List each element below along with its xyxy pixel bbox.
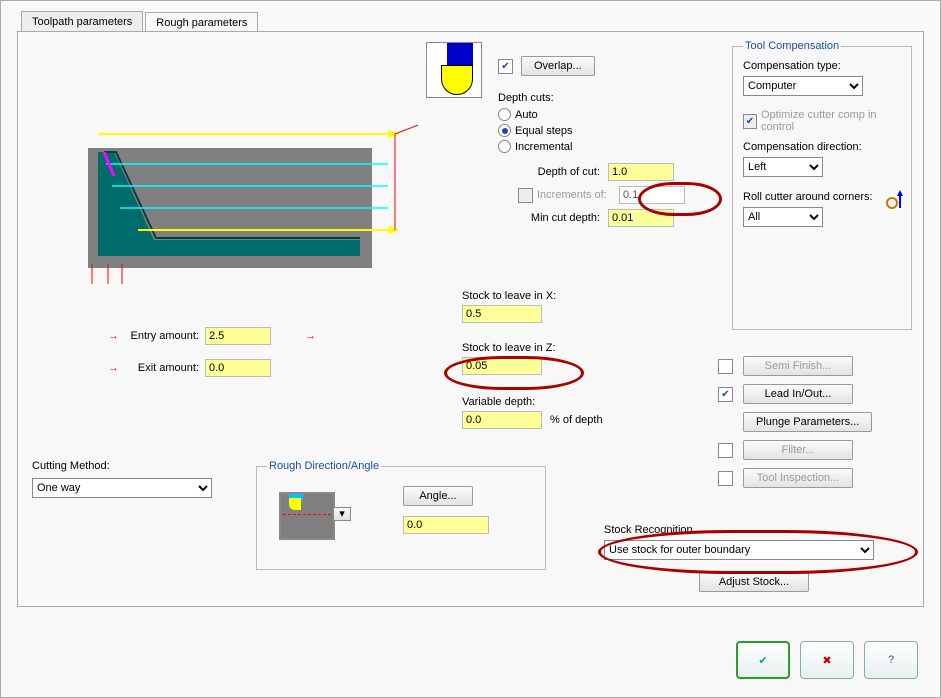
- exit-amount-input[interactable]: [205, 359, 271, 377]
- tool-inspection-checkbox[interactable]: [718, 471, 733, 486]
- help-button[interactable]: ?: [864, 641, 918, 679]
- rough-direction-title: Rough Direction/Angle: [267, 460, 381, 472]
- stock-leave-x-label: Stock to leave in X:: [462, 290, 556, 302]
- variable-depth-suffix: % of depth: [550, 414, 603, 426]
- exit-amount-label: Exit amount:: [121, 362, 205, 374]
- roll-cutter-select[interactable]: All: [743, 207, 823, 227]
- depth-of-cut-input[interactable]: [608, 163, 674, 181]
- depth-auto-label: Auto: [515, 109, 538, 121]
- right-options: Semi Finish... Lead In/Out... Plunge Par…: [718, 348, 872, 496]
- angle-button[interactable]: Angle...: [403, 486, 473, 506]
- plunge-parameters-button[interactable]: Plunge Parameters...: [743, 412, 872, 432]
- min-cut-depth-input[interactable]: [608, 209, 674, 227]
- stock-recognition-select[interactable]: Use stock for outer boundary: [604, 540, 874, 560]
- filter-button: Filter...: [743, 440, 853, 460]
- comp-type-select[interactable]: Computer: [743, 76, 863, 96]
- increments-of-input: [619, 186, 685, 204]
- entry-amount-input[interactable]: [205, 327, 271, 345]
- check-icon: ✔: [758, 654, 767, 667]
- stock-leave-z-label: Stock to leave in Z:: [462, 342, 556, 354]
- lead-in-out-button[interactable]: Lead In/Out...: [743, 384, 853, 404]
- depth-equal-label: Equal steps: [515, 125, 572, 137]
- depth-of-cut-label: Depth of cut:: [498, 166, 608, 178]
- rough-direction-thumbnail: [279, 492, 335, 540]
- tool-thumbnail: [426, 42, 482, 98]
- depth-equal-radio[interactable]: [498, 124, 511, 137]
- tool-compensation-group: Tool Compensation Compensation type: Com…: [732, 40, 912, 330]
- entry-amount-label: Entry amount:: [121, 330, 205, 342]
- semi-finish-checkbox[interactable]: [718, 359, 733, 374]
- stock-leave-z-input[interactable]: [462, 357, 542, 375]
- tab-rough-parameters[interactable]: Rough parameters: [145, 12, 258, 33]
- ok-button[interactable]: ✔: [736, 641, 790, 679]
- stock-recognition-label: Stock Recognition: [604, 524, 904, 536]
- depth-cuts-group: Depth cuts: Auto Equal steps Incremental…: [498, 92, 685, 232]
- depth-cuts-title: Depth cuts:: [498, 92, 685, 104]
- depth-auto-radio[interactable]: [498, 108, 511, 121]
- depth-incremental-radio[interactable]: [498, 140, 511, 153]
- dialog-button-bar: ✔ ✖ ?: [736, 641, 918, 679]
- variable-depth-input[interactable]: [462, 411, 542, 429]
- increments-of-label: Increments of:: [537, 189, 619, 201]
- stock-leave-x-input[interactable]: [462, 305, 542, 323]
- cutting-method-select[interactable]: One way: [32, 478, 212, 498]
- comp-type-label: Compensation type:: [743, 60, 901, 72]
- depth-incremental-label: Incremental: [515, 141, 572, 153]
- angle-input[interactable]: [403, 516, 489, 534]
- rough-tab-content: Overlap... Depth cuts: Auto Equal steps …: [17, 31, 924, 607]
- filter-checkbox[interactable]: [718, 443, 733, 458]
- optimize-cutter-checkbox: [743, 114, 757, 129]
- comp-direction-icon: [883, 190, 905, 212]
- rough-diagram: [58, 68, 418, 288]
- variable-depth-label: Variable depth:: [462, 396, 603, 408]
- tool-inspection-button: Tool Inspection...: [743, 468, 853, 488]
- overlap-checkbox[interactable]: [498, 59, 513, 74]
- cutting-method-label: Cutting Method:: [32, 460, 212, 472]
- increments-of-checkbox: [518, 188, 533, 203]
- rough-direction-group: Rough Direction/Angle ▾ Angle...: [256, 460, 546, 570]
- tool-compensation-title: Tool Compensation: [743, 40, 841, 52]
- adjust-stock-button[interactable]: Adjust Stock...: [699, 572, 809, 592]
- overlap-button[interactable]: Overlap...: [521, 56, 595, 76]
- lead-in-out-checkbox[interactable]: [718, 387, 733, 402]
- rough-direction-dropdown[interactable]: ▾: [333, 507, 351, 521]
- rough-parameters-dialog: Toolpath parameters Rough parameters: [0, 0, 941, 698]
- comp-direction-select[interactable]: Left: [743, 157, 823, 177]
- cancel-button[interactable]: ✖: [800, 641, 854, 679]
- help-icon: ?: [888, 654, 894, 666]
- tab-toolpath-parameters[interactable]: Toolpath parameters: [21, 11, 143, 32]
- optimize-cutter-label: Optimize cutter comp in control: [761, 109, 901, 133]
- min-cut-depth-label: Min cut depth:: [498, 212, 608, 224]
- close-icon: ✖: [822, 654, 831, 667]
- tab-strip: Toolpath parameters Rough parameters: [21, 11, 260, 32]
- roll-cutter-label: Roll cutter around corners:: [743, 191, 901, 203]
- comp-direction-label: Compensation direction:: [743, 141, 901, 153]
- semi-finish-button: Semi Finish...: [743, 356, 853, 376]
